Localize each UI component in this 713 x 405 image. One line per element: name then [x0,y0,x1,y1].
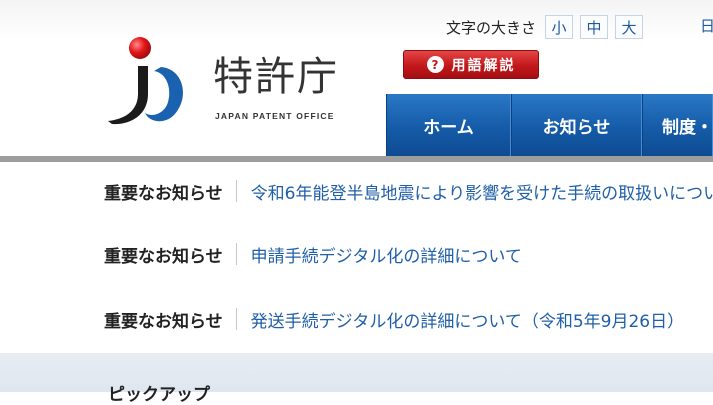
text-size-small-button[interactable]: 小 [545,15,574,39]
notice-separator [235,180,237,202]
nav-home[interactable]: ホーム [386,94,511,156]
text-size-selector: 文字の大きさ 小 中 大 [446,15,650,39]
header-divider [0,156,713,162]
nav-news-label: お知らせ [542,117,611,138]
logo-name: 特許庁 [213,54,339,100]
notice-link[interactable]: 令和6年能登半島地震により影響を受けた手続の取扱いについて [251,179,713,204]
notice-link[interactable]: 申請手続デジタル化の詳細について [251,242,522,267]
nav-news[interactable]: お知らせ [511,94,642,156]
text-size-large-button[interactable]: 大 [615,15,644,39]
jpo-logo[interactable]: 特許庁 JAPAN PATENT OFFICE [108,36,358,128]
notice-item: 重要なお知らせ 申請手続デジタル化の詳細について [104,241,522,267]
notice-item: 重要なお知らせ 発送手続デジタル化の詳細について（令和5年9月26日） [104,306,684,332]
nav-home-label: ホーム [423,117,474,138]
notice-label: 重要なお知らせ [104,183,223,204]
pickup-section-band [0,353,713,392]
notice-label: 重要なお知らせ [104,311,223,332]
notice-item: 重要なお知らせ 令和6年能登半島地震により影響を受けた手続の取扱いについて [104,178,713,204]
notice-link[interactable]: 発送手続デジタル化の詳細について（令和5年9月26日） [251,307,684,332]
nav-system-label: 制度・手続 [662,117,713,138]
help-icon: ? [426,56,444,73]
glossary-button[interactable]: ? 用語解説 [403,50,539,79]
text-size-medium-button[interactable]: 中 [580,15,609,39]
logo-subtitle: JAPAN PATENT OFFICE [215,111,335,121]
text-size-label: 文字の大きさ [446,18,537,37]
language-link-partial[interactable]: 日 [700,15,713,36]
notice-separator [235,308,237,330]
pickup-heading: ピックアップ [108,385,210,405]
jpo-logo-mark [108,37,183,125]
site-header: 特許庁 JAPAN PATENT OFFICE 文字の大きさ 小 中 大 日 ?… [0,0,713,156]
notice-label: 重要なお知らせ [104,246,223,267]
notice-separator [235,243,237,265]
nav-system[interactable]: 制度・手続 [642,94,713,156]
glossary-label: 用語解説 [451,57,516,74]
